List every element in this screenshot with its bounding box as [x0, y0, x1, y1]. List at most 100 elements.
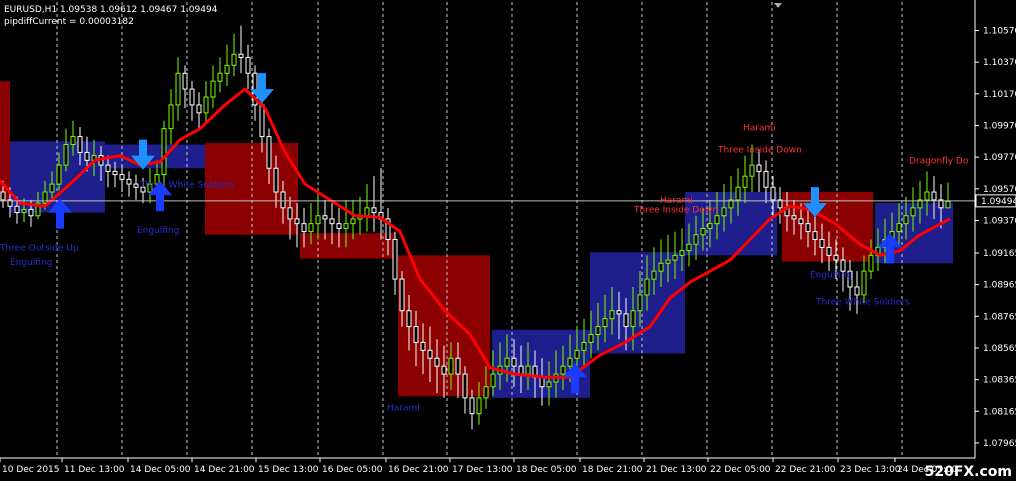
price-tick-label: 1.08365 — [983, 376, 1016, 386]
candle-body — [105, 164, 111, 172]
price-tick-label: 1.08565 — [983, 344, 1016, 354]
candle-body — [28, 208, 34, 217]
candle-body — [623, 313, 629, 328]
candle-body — [455, 357, 461, 375]
candle-body — [182, 72, 188, 90]
candle-body — [434, 357, 440, 367]
candle-body — [448, 357, 454, 375]
candle-body — [308, 223, 314, 233]
candle-body — [518, 365, 524, 375]
time-tick-label: 16 Dec 21:00 — [388, 465, 449, 475]
candle-body — [602, 318, 608, 328]
candle-body — [686, 243, 692, 252]
candle-body — [420, 341, 426, 351]
time-tick-label: 18 Dec 21:00 — [582, 465, 643, 475]
candle-body — [574, 349, 580, 359]
candle-body — [595, 326, 601, 336]
time-tick-label: 18 Dec 05:00 — [516, 465, 577, 475]
candle-body — [798, 218, 804, 225]
candle-body — [336, 223, 342, 229]
candle-body — [903, 215, 909, 225]
price-chart[interactable]: Three Inside Down Three White Soldiers Eng… — [0, 0, 1016, 481]
pattern-label: Three White Soldiers — [815, 297, 910, 307]
candle-body — [231, 53, 237, 66]
candle-body — [287, 207, 293, 220]
current-price-label: 1.09494 — [981, 197, 1016, 207]
candle-body — [539, 376, 545, 388]
candle-body — [245, 56, 251, 74]
candle-body — [525, 365, 531, 375]
price-tick-label: 1.08165 — [983, 407, 1016, 417]
price-tick-label: 1.09770 — [983, 153, 1016, 163]
candle-body — [175, 72, 181, 106]
candle-body — [700, 227, 706, 236]
pattern-label: Engulfing — [810, 271, 852, 281]
pattern-label: Three Inside Down — [717, 145, 802, 155]
indicator-readout: pipdiffCurrent = 0.00003182 — [4, 17, 134, 27]
price-tick-label: 1.07965 — [983, 439, 1016, 449]
candle-body — [119, 174, 125, 180]
candle-body — [791, 215, 797, 220]
candle-body — [259, 104, 265, 138]
candle-body — [714, 215, 720, 225]
candle-body — [735, 186, 741, 201]
time-tick-label: 16 Dec 05:00 — [322, 465, 383, 475]
candle-body — [749, 164, 755, 177]
price-tick-label: 1.10370 — [983, 58, 1016, 68]
candle-body — [616, 310, 622, 315]
pattern-label: Dragonfly Do — [909, 157, 969, 167]
candle-body — [14, 205, 20, 214]
pattern-label: Engulfing — [137, 226, 179, 236]
candle-body — [126, 178, 132, 185]
price-tick-label: 1.09165 — [983, 249, 1016, 259]
candle-body — [476, 397, 482, 415]
candle-body — [49, 183, 55, 193]
candle-body — [707, 223, 713, 229]
pattern-label: Three Inside Down — [633, 206, 718, 216]
candle-body — [273, 167, 279, 193]
candle-body — [679, 250, 685, 256]
candle-body — [763, 170, 769, 188]
candle-body — [70, 136, 76, 145]
candle-body — [504, 357, 510, 367]
candle-body — [42, 191, 48, 204]
candle-body — [854, 286, 860, 296]
candle-body — [294, 218, 300, 225]
candle-body — [329, 218, 335, 225]
candle-body — [469, 397, 475, 415]
candle-body — [392, 239, 398, 280]
candle-body — [266, 136, 272, 169]
candle-body — [651, 270, 657, 280]
candle-body — [112, 170, 118, 176]
candle-body — [665, 259, 671, 264]
candle-body — [301, 223, 307, 233]
time-tick-label: 14 Dec 21:00 — [194, 465, 255, 475]
watermark-logo: 520FX.com — [924, 464, 1012, 480]
price-tick-label: 1.10170 — [983, 90, 1016, 100]
candle-body — [210, 80, 216, 98]
time-tick-label: 10 Dec 2015 — [2, 465, 60, 475]
candle-body — [945, 201, 951, 209]
candle-body — [560, 365, 566, 375]
candle-body — [441, 365, 447, 375]
candle-body — [196, 104, 202, 114]
candle-body — [350, 218, 356, 225]
candle-body — [812, 231, 818, 240]
candle-body — [644, 278, 650, 296]
candle-body — [21, 208, 27, 214]
candle-body — [364, 207, 370, 217]
candle-body — [896, 223, 902, 233]
candle-body — [672, 254, 678, 261]
candle-body — [203, 96, 209, 114]
candle-body — [658, 262, 664, 272]
candle-body — [315, 215, 321, 225]
candle-body — [0, 191, 6, 201]
candle-body — [224, 64, 230, 74]
pattern-label: Harami — [387, 404, 420, 414]
candle-body — [280, 191, 286, 209]
candle-body — [161, 128, 167, 176]
candle-body — [609, 310, 615, 320]
candle-body — [637, 294, 643, 312]
candle-body — [63, 144, 69, 166]
pattern-label: Engulfing — [10, 258, 52, 268]
